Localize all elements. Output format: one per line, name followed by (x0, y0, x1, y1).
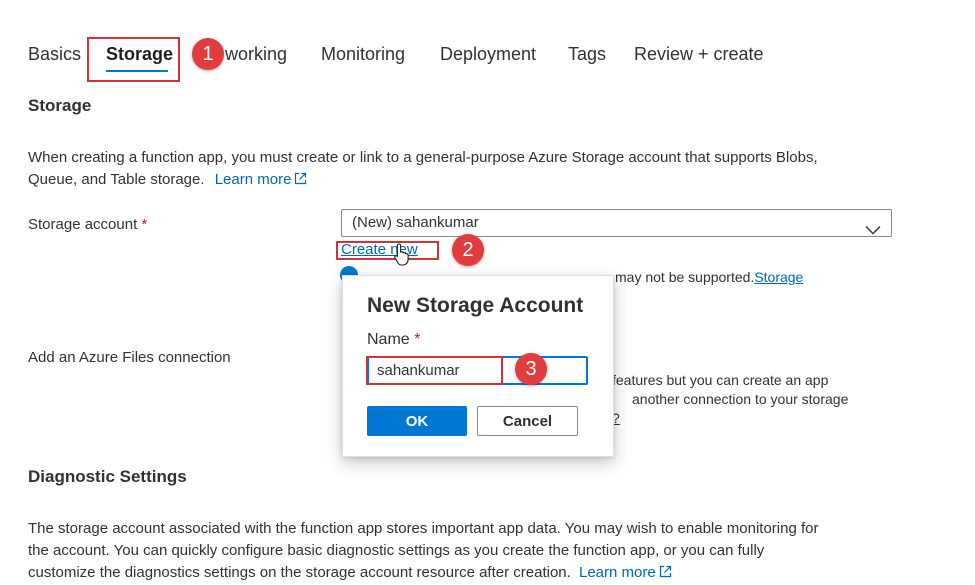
storage-account-label-text: Storage account (28, 216, 138, 233)
dialog-name-label: Name * (367, 331, 420, 349)
annotation-badge-2: 2 (452, 234, 484, 266)
tab-monitoring[interactable]: Monitoring (321, 44, 405, 65)
annotation-highlight-name-input (366, 356, 503, 385)
storage-account-label: Storage account * (28, 216, 147, 233)
azure-files-text-line1: features but you can create an app (612, 372, 829, 388)
annotation-badge-1: 1 (192, 38, 224, 70)
storage-info-link[interactable]: Storage (754, 269, 803, 285)
dialog-required-mark: * (414, 331, 421, 348)
dialog-title: New Storage Account (367, 294, 584, 317)
azure-files-label: Add an Azure Files connection (28, 349, 231, 366)
diagnostic-line3: customize the diagnostics settings on th… (28, 564, 571, 581)
storage-learn-more-label: Learn more (214, 171, 292, 188)
storage-info-text: may not be supported.Storage (615, 269, 803, 285)
diagnostic-learn-more-label: Learn more (578, 564, 656, 581)
diagnostic-description: The storage account associated with the … (28, 518, 958, 585)
tab-basics[interactable]: Basics (28, 44, 81, 65)
external-link-icon (659, 563, 672, 585)
external-link-icon (294, 170, 307, 192)
hand-cursor-icon (393, 242, 411, 271)
storage-account-value: (New) sahankumar (352, 214, 479, 231)
dialog-name-label-text: Name (367, 331, 410, 348)
storage-learn-more-link[interactable]: Learn more (215, 171, 308, 188)
tab-deployment[interactable]: Deployment (440, 44, 536, 65)
annotation-badge-3: 3 (515, 353, 547, 385)
annotation-highlight-storage-tab (87, 37, 180, 82)
storage-description-line2: Queue, and Table storage. (28, 171, 205, 188)
storage-heading: Storage (28, 96, 92, 115)
cancel-button[interactable]: Cancel (477, 406, 578, 436)
storage-info-message: may not be supported. (615, 269, 755, 285)
storage-description: When creating a function app, you must c… (28, 147, 948, 192)
diagnostic-learn-more-link[interactable]: Learn more (579, 564, 672, 581)
chevron-down-icon (865, 218, 881, 244)
diagnostic-line1: The storage account associated with the … (28, 520, 819, 537)
tab-networking[interactable]: working (225, 44, 287, 65)
required-mark: * (141, 216, 148, 233)
azure-files-text-line2: another connection to your storage (632, 391, 849, 407)
tab-tags[interactable]: Tags (568, 44, 606, 65)
ok-button[interactable]: OK (367, 406, 467, 436)
storage-account-dropdown[interactable]: (New) sahankumar (341, 209, 892, 237)
tab-review-create[interactable]: Review + create (634, 44, 764, 65)
diagnostic-line2: the account. You can quickly configure b… (28, 542, 765, 559)
diagnostic-settings-heading: Diagnostic Settings (28, 467, 187, 486)
annotation-highlight-create-new (336, 241, 439, 260)
storage-description-line1: When creating a function app, you must c… (28, 149, 818, 166)
